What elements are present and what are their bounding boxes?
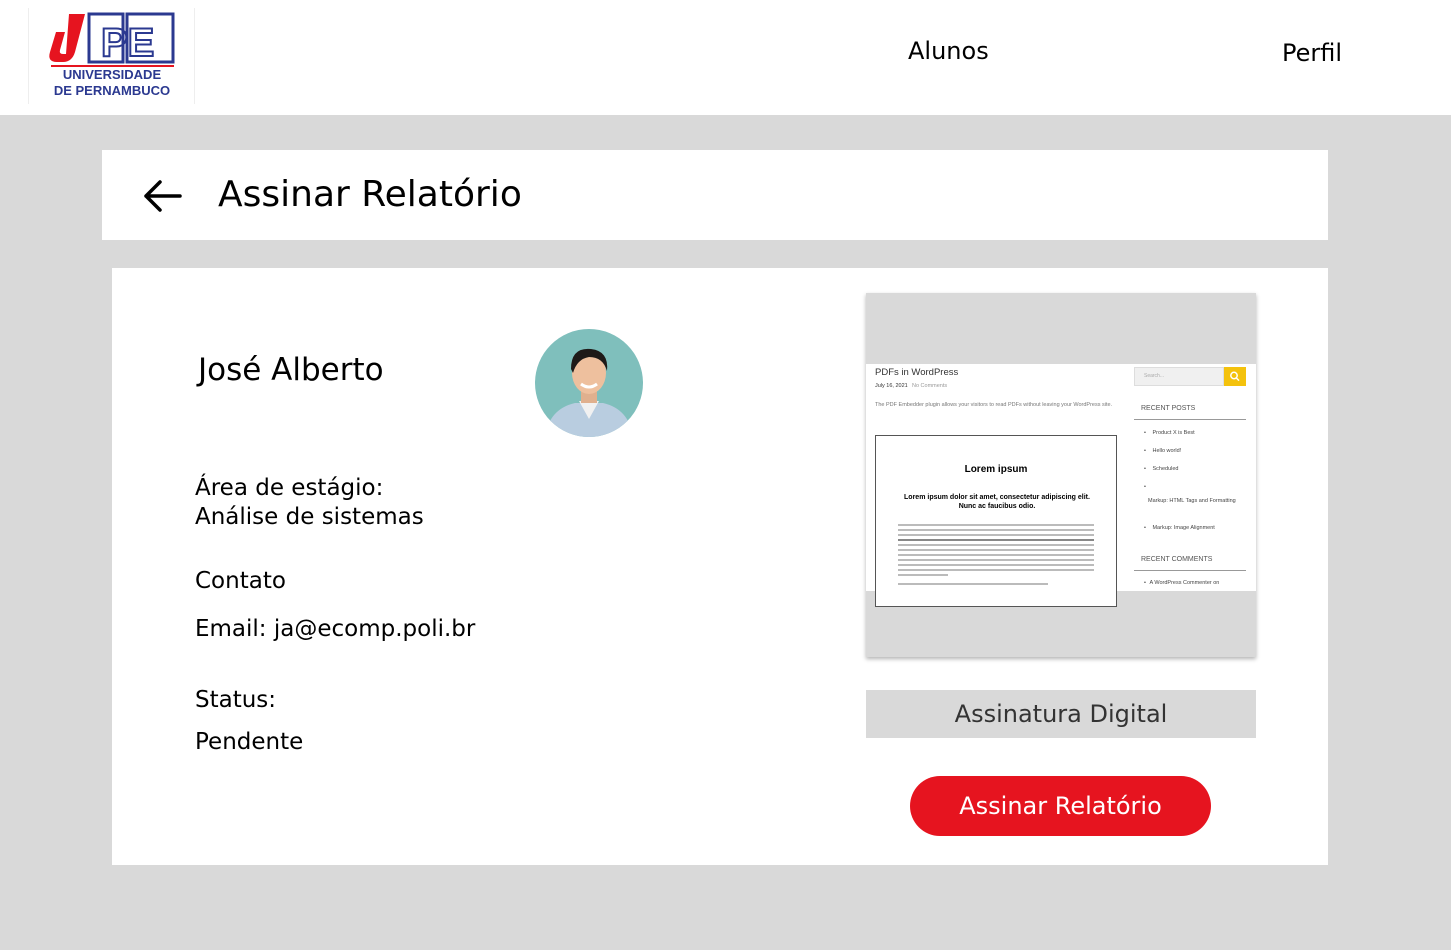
app-header: PE UNIVERSIDADE DE PERNAMBUCO Alunos Per… [0, 0, 1451, 115]
upe-logo[interactable]: PE UNIVERSIDADE DE PERNAMBUCO [28, 8, 195, 104]
back-arrow-icon[interactable] [140, 177, 184, 215]
recent-comment-item[interactable]: • A WordPress Commenter on [1144, 580, 1219, 586]
recent-posts-heading: RECENT POSTS [1141, 405, 1196, 412]
logo-line2: DE PERNAMBUCO [54, 83, 170, 98]
nav-perfil[interactable]: Perfil [1282, 39, 1342, 67]
wp-search-input[interactable]: Search... [1134, 367, 1224, 386]
post-date: July 16, 2021 [875, 383, 908, 389]
report-preview[interactable]: PDFs in WordPress July 16, 2021 No Comme… [866, 293, 1256, 657]
status-value: Pendente [195, 729, 304, 755]
recent-post-item[interactable]: • Hello world! [1144, 448, 1181, 454]
pdf-subtitle: Lorem ipsum dolor sit amet, consectetur … [904, 494, 1090, 510]
report-card: José Alberto Área de estágio: Análise de… [112, 268, 1328, 865]
recent-post-item[interactable]: Markup: HTML Tags and Formatting [1148, 496, 1238, 507]
recent-post-bullet: • [1144, 484, 1146, 490]
pdf-title: Lorem ipsum [964, 464, 1028, 475]
embedded-pdf: Lorem ipsum Lorem ipsum dolor sit amet, … [875, 435, 1117, 607]
wp-search-icon[interactable] [1224, 367, 1246, 386]
post-intro: The PDF Embedder plugin allows your visi… [875, 402, 1113, 408]
status-label: Status: [195, 687, 277, 713]
upe-logo-mark: PE UNIVERSIDADE DE PERNAMBUCO [49, 12, 175, 98]
recent-post-item[interactable]: • Product X is Best [1144, 430, 1195, 436]
recent-comments-heading: RECENT COMMENTS [1141, 556, 1213, 563]
wordpress-page: PDFs in WordPress July 16, 2021 No Comme… [866, 364, 1256, 607]
logo-letters: PE [101, 21, 154, 65]
digital-signature-button[interactable]: Assinatura Digital [866, 690, 1256, 738]
area-value: Análise de sistemas [195, 504, 424, 530]
student-name: José Alberto [198, 352, 384, 388]
contact-label: Contato [195, 568, 286, 594]
page-title: Assinar Relatório [218, 174, 522, 215]
email-text: Email: ja@ecomp.poli.br [195, 616, 476, 642]
student-avatar [535, 329, 643, 437]
sign-report-button[interactable]: Assinar Relatório [910, 776, 1211, 836]
logo-line1: UNIVERSIDADE [63, 67, 162, 82]
wp-search-placeholder: Search... [1144, 373, 1165, 379]
recent-post-item[interactable]: • Scheduled [1144, 466, 1178, 472]
area-label: Área de estágio: [195, 475, 384, 501]
nav-alunos[interactable]: Alunos [908, 37, 989, 65]
recent-post-item[interactable]: • Markup: Image Alignment [1144, 525, 1215, 531]
post-comments-link[interactable]: No Comments [912, 383, 947, 389]
page-title-bar: Assinar Relatório [102, 150, 1328, 240]
post-title: PDFs in WordPress [875, 367, 959, 378]
